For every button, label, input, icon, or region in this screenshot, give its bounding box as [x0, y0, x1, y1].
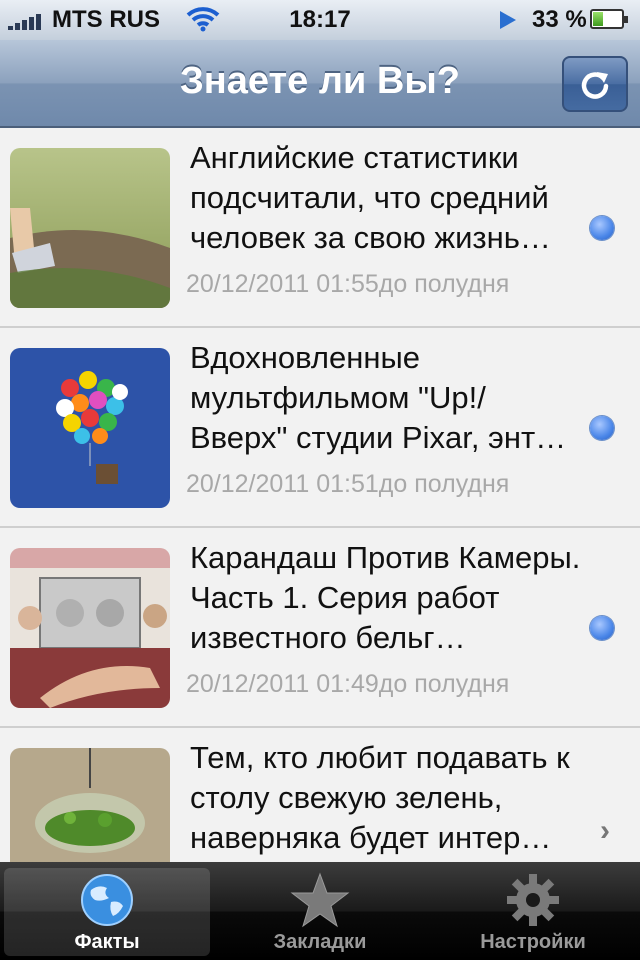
star-icon	[290, 872, 350, 933]
item-headline: Вдохновленные мультфильмом "Up!/ Вверх" …	[190, 340, 567, 455]
item-date: 20/12/2011 01:51до полудня	[186, 470, 510, 498]
thumbnail-image	[10, 148, 170, 308]
facts-list: Английские статистики подсчитали, что ср…	[0, 128, 640, 862]
tab-label: Закладки	[273, 931, 367, 953]
list-item[interactable]: Тем, кто любит подавать к столу свежую з…	[0, 728, 640, 862]
tab-bar: Факты Закладки Настройки	[0, 862, 640, 960]
play-icon	[500, 11, 516, 29]
list-item[interactable]: Английские статистики подсчитали, что ср…	[0, 128, 640, 328]
list-item[interactable]: Карандаш Против Камеры. Часть 1. Серия р…	[0, 528, 640, 728]
unread-indicator-icon	[590, 416, 614, 440]
navigation-bar: Знаете ли Вы?	[0, 40, 640, 128]
tab-settings[interactable]: Настройки	[430, 868, 636, 956]
refresh-button[interactable]	[562, 56, 628, 112]
item-date: 20/12/2011 01:49до полудня	[186, 670, 510, 698]
battery-icon	[590, 9, 628, 29]
tab-bookmarks[interactable]: Закладки	[217, 868, 423, 956]
thumbnail-image	[10, 748, 170, 862]
battery-percentage: 33 %	[532, 6, 587, 33]
thumbnail-image	[10, 548, 170, 708]
item-headline: Английские статистики подсчитали, что ср…	[190, 140, 551, 255]
gear-icon	[505, 872, 561, 933]
item-date: 20/12/2011 01:55до полудня	[186, 270, 510, 298]
refresh-icon	[581, 72, 609, 99]
tab-label: Настройки	[480, 931, 586, 953]
unread-indicator-icon	[590, 216, 614, 240]
thumbnail-image	[10, 348, 170, 508]
globe-icon	[79, 872, 135, 933]
item-headline: Тем, кто любит подавать к столу свежую з…	[190, 740, 570, 855]
status-bar: MTS RUS 18:17 33 %	[0, 0, 640, 40]
page-title: Знаете ли Вы?	[180, 60, 460, 102]
tab-label: Факты	[74, 931, 140, 953]
unread-indicator-icon	[590, 616, 614, 640]
item-headline: Карандаш Против Камеры. Часть 1. Серия р…	[190, 540, 581, 655]
tab-facts[interactable]: Факты	[4, 868, 210, 956]
list-item[interactable]: Вдохновленные мультфильмом "Up!/ Вверх" …	[0, 328, 640, 528]
chevron-right-icon: ›	[600, 814, 610, 847]
